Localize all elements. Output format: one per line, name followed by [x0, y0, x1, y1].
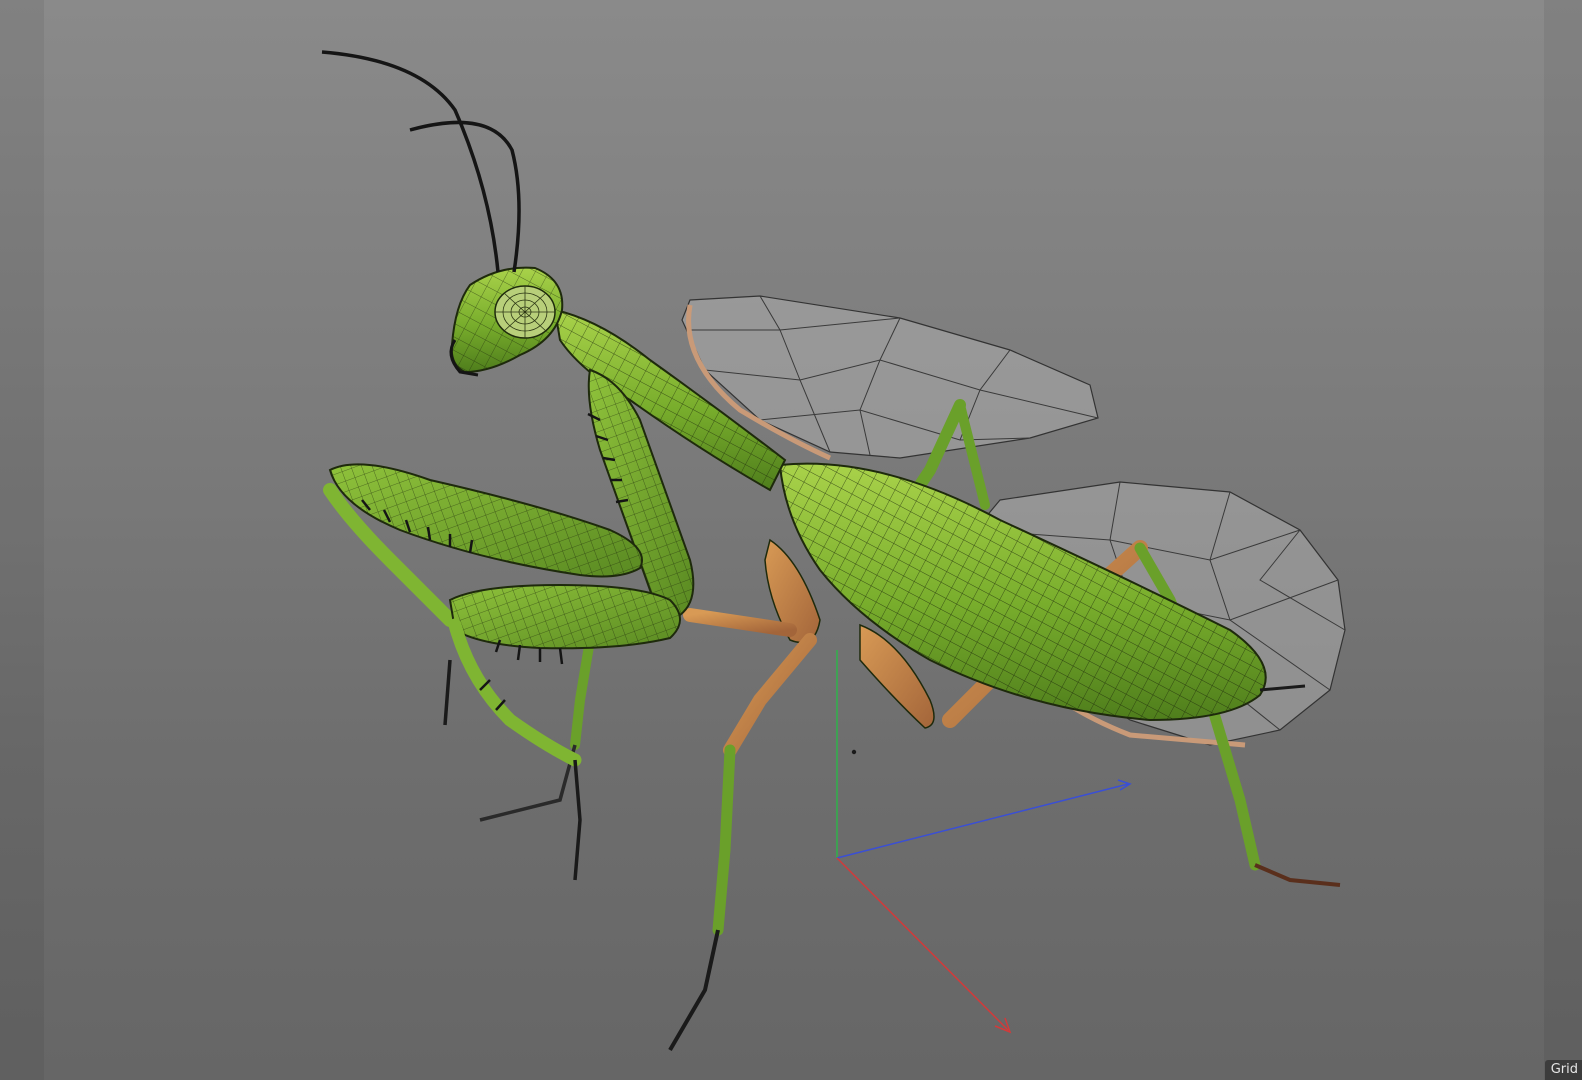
head	[321, 50, 564, 377]
antenna-left	[321, 50, 500, 273]
raptorial-forelegs	[323, 368, 695, 881]
x-axis	[836, 857, 1009, 1031]
antenna-right	[409, 120, 521, 273]
pivot-dot	[851, 749, 857, 755]
z-axis	[836, 783, 1129, 859]
mantis-model[interactable]	[0, 0, 1582, 1080]
grid-label[interactable]: Grid	[1544, 1060, 1582, 1080]
middle-legs	[479, 608, 817, 1052]
3d-viewport[interactable]: Grid	[0, 0, 1582, 1080]
